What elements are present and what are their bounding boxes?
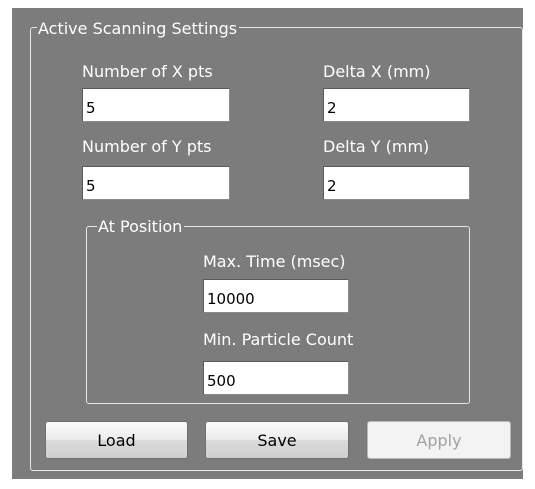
active-scanning-settings-title: Active Scanning Settings <box>37 19 240 38</box>
delta-x-label: Delta X (mm) <box>323 62 431 81</box>
active-scanning-panel: Active Scanning Settings Number of X pts… <box>12 8 523 479</box>
number-of-x-pts-label: Number of X pts <box>82 62 213 81</box>
apply-button[interactable]: Apply <box>367 421 511 459</box>
at-position-title: At Position <box>97 217 185 236</box>
delta-y-input[interactable] <box>323 166 470 200</box>
delta-x-input[interactable] <box>323 88 470 122</box>
min-particle-count-label: Min. Particle Count <box>203 330 354 349</box>
number-of-x-pts-input[interactable] <box>82 88 230 122</box>
number-of-y-pts-input[interactable] <box>82 166 230 200</box>
min-particle-count-input[interactable] <box>203 361 349 395</box>
load-button[interactable]: Load <box>45 421 188 459</box>
delta-y-label: Delta Y (mm) <box>323 137 430 156</box>
save-button[interactable]: Save <box>205 421 349 459</box>
max-time-label: Max. Time (msec) <box>203 252 346 271</box>
max-time-input[interactable] <box>203 279 349 313</box>
number-of-y-pts-label: Number of Y pts <box>82 137 212 156</box>
